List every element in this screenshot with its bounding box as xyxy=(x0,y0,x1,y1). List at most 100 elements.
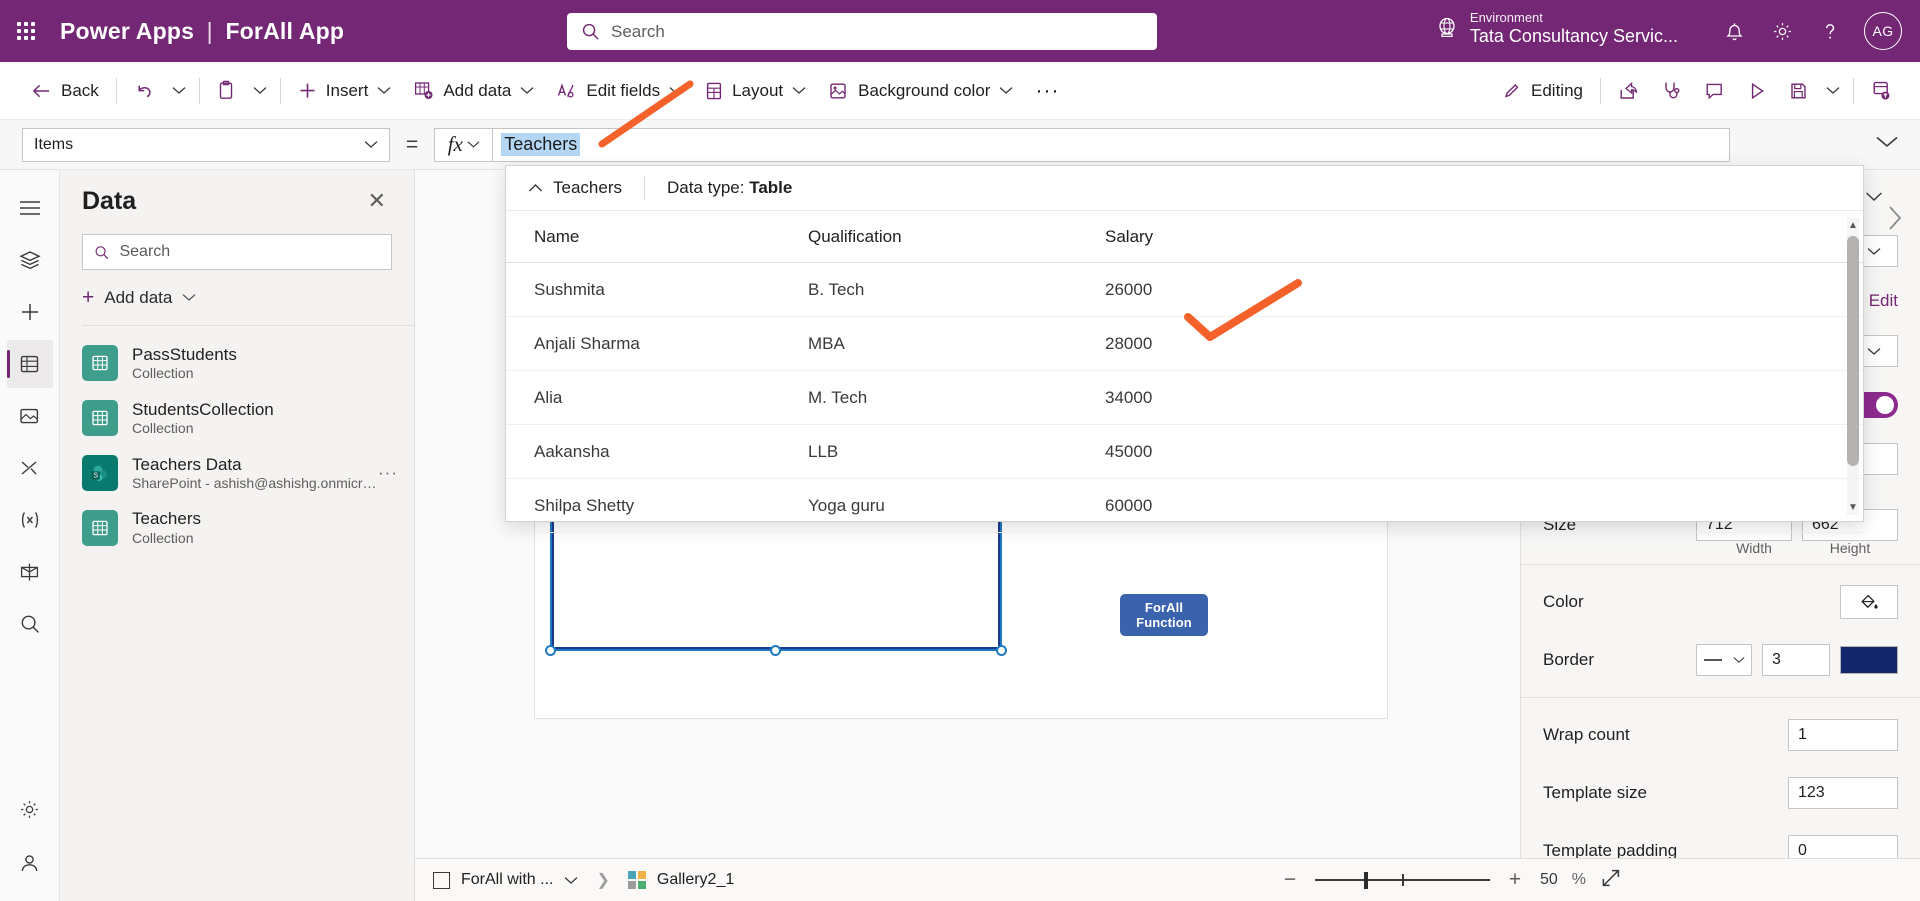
rail-search-button[interactable] xyxy=(7,600,53,648)
scroll-down-icon[interactable]: ▼ xyxy=(1847,502,1859,513)
more-commands-button[interactable]: ··· xyxy=(1024,71,1070,111)
paint-bucket-icon xyxy=(1861,594,1878,609)
layout-button[interactable]: Layout xyxy=(694,71,817,111)
rail-settings-button[interactable] xyxy=(7,785,53,833)
share-icon xyxy=(1620,81,1638,99)
media-icon xyxy=(20,408,39,424)
column-header-name: Name xyxy=(534,226,580,246)
rail-media-button[interactable] xyxy=(7,392,53,440)
zoom-in-button[interactable]: + xyxy=(1504,868,1526,892)
close-icon[interactable]: ✕ xyxy=(362,186,392,216)
environment-selector[interactable]: Environment Tata Consultancy Servic... xyxy=(1435,10,1678,47)
table-row[interactable]: Anjali Sharma MBA 28000 xyxy=(506,317,1863,371)
formula-input[interactable]: Teachers xyxy=(492,127,1731,162)
list-item-more-button[interactable]: ··· xyxy=(378,463,398,483)
svg-text:S: S xyxy=(93,473,98,480)
plus-icon xyxy=(21,304,38,320)
zoom-out-button[interactable]: − xyxy=(1279,868,1301,892)
rail-menu-button[interactable] xyxy=(7,184,53,232)
zoom-slider-thumb[interactable] xyxy=(1363,872,1368,889)
border-color-swatch[interactable] xyxy=(1840,646,1898,674)
breadcrumb-control[interactable]: Gallery2_1 xyxy=(610,871,752,889)
undo-icon xyxy=(138,85,151,97)
background-color-button[interactable]: Background color xyxy=(817,71,1024,111)
search-input[interactable] xyxy=(611,21,1143,42)
paste-dropdown[interactable] xyxy=(246,71,274,111)
cell-name: Shilpa Shetty xyxy=(534,495,635,515)
height-label: Height xyxy=(1829,540,1871,556)
play-icon xyxy=(1751,82,1764,99)
save-button[interactable] xyxy=(1778,71,1819,111)
border-width-input[interactable] xyxy=(1762,644,1830,676)
data-source-subtitle: Collection xyxy=(132,365,194,382)
divider xyxy=(1521,564,1920,565)
chevron-down-icon xyxy=(467,141,480,148)
app-checker-button[interactable] xyxy=(1650,71,1693,111)
rail-tree-view-button[interactable] xyxy=(7,236,53,284)
panel-expand-right-icon[interactable] xyxy=(1887,205,1903,237)
collection-icon xyxy=(82,345,118,382)
plus-icon: + xyxy=(82,286,95,309)
property-selector[interactable]: Items xyxy=(22,127,390,162)
help-icon[interactable] xyxy=(1808,9,1852,53)
avatar[interactable]: AG xyxy=(1864,12,1902,50)
edit-fields-link[interactable]: Edit xyxy=(1869,291,1898,311)
data-source-subtitle: Collection xyxy=(132,420,194,436)
notifications-bell-icon[interactable] xyxy=(1712,9,1756,53)
waffle-icon[interactable] xyxy=(0,22,52,40)
paste-button[interactable] xyxy=(206,71,246,111)
rail-account-button[interactable] xyxy=(7,839,53,887)
comments-button[interactable] xyxy=(1693,71,1736,111)
editing-mode-button[interactable]: Editing xyxy=(1492,71,1594,111)
global-search[interactable] xyxy=(567,13,1157,50)
insert-button[interactable]: Insert xyxy=(287,71,403,111)
settings-gear-icon[interactable] xyxy=(1760,9,1804,53)
back-button[interactable]: Back xyxy=(20,71,110,111)
layers-icon xyxy=(18,251,41,270)
rail-variables-button[interactable] xyxy=(7,496,53,544)
table-row[interactable]: Aakansha LLB 45000 xyxy=(506,425,1863,479)
rail-data-button[interactable] xyxy=(6,340,53,388)
chevron-down-icon xyxy=(182,294,196,301)
rail-insert-button[interactable] xyxy=(7,288,53,336)
list-item[interactable]: StudentsCollection Collection xyxy=(60,391,414,446)
list-item[interactable]: S Teachers Data SharePoint - ashish@ashi… xyxy=(60,446,414,501)
template-size-input[interactable] xyxy=(1788,777,1898,809)
play-preview-button[interactable] xyxy=(1736,71,1778,111)
header-actions: AG xyxy=(1712,0,1902,62)
save-dropdown[interactable] xyxy=(1819,71,1847,111)
breadcrumb-screen[interactable]: ForAll with ... xyxy=(415,871,596,889)
cell-salary: 26000 xyxy=(1105,279,1153,299)
data-search-input[interactable] xyxy=(119,243,380,261)
add-data-panel-button[interactable]: + Add data xyxy=(82,282,392,313)
fit-to-screen-button[interactable] xyxy=(1600,867,1622,894)
data-search[interactable] xyxy=(82,234,392,270)
formula-expand-button[interactable] xyxy=(1874,134,1900,155)
undo-button[interactable] xyxy=(123,71,165,111)
border-style-select[interactable] xyxy=(1696,644,1752,676)
rail-components-button[interactable] xyxy=(7,548,53,596)
table-row[interactable]: Shilpa Shetty Yoga guru 60000 xyxy=(506,479,1863,533)
rail-power-automate-button[interactable] xyxy=(7,444,53,492)
color-picker-button[interactable] xyxy=(1840,585,1898,619)
forall-function-button[interactable]: ForAll Function xyxy=(1120,594,1208,636)
intellisense-scrollbar-thumb[interactable] xyxy=(1847,236,1859,466)
fx-button[interactable]: fx xyxy=(434,127,493,162)
undo-dropdown[interactable] xyxy=(165,71,193,111)
table-row[interactable]: Alia M. Tech 34000 xyxy=(506,371,1863,425)
data-panel-header: Data ✕ xyxy=(60,170,414,224)
publish-button[interactable] xyxy=(1860,71,1902,111)
chevron-down-icon xyxy=(1867,247,1881,255)
edit-fields-button[interactable]: Edit fields xyxy=(545,71,694,111)
add-data-button[interactable]: Add data xyxy=(402,71,545,111)
share-button[interactable] xyxy=(1607,71,1650,111)
list-item[interactable]: PassStudents Collection xyxy=(60,336,414,391)
list-item[interactable]: Teachers Collection xyxy=(60,500,414,555)
person-icon xyxy=(21,854,38,871)
wrap-count-input[interactable] xyxy=(1788,719,1898,751)
intellisense-collapse-button[interactable]: Teachers xyxy=(506,166,644,210)
table-row[interactable]: Sushmita B. Tech 26000 xyxy=(506,263,1863,317)
zoom-slider[interactable] xyxy=(1314,872,1490,889)
scroll-up-icon[interactable]: ▲ xyxy=(1847,220,1859,231)
formula-intellisense-panel[interactable]: Teachers Data type: Table Name Qualifica… xyxy=(505,165,1864,533)
